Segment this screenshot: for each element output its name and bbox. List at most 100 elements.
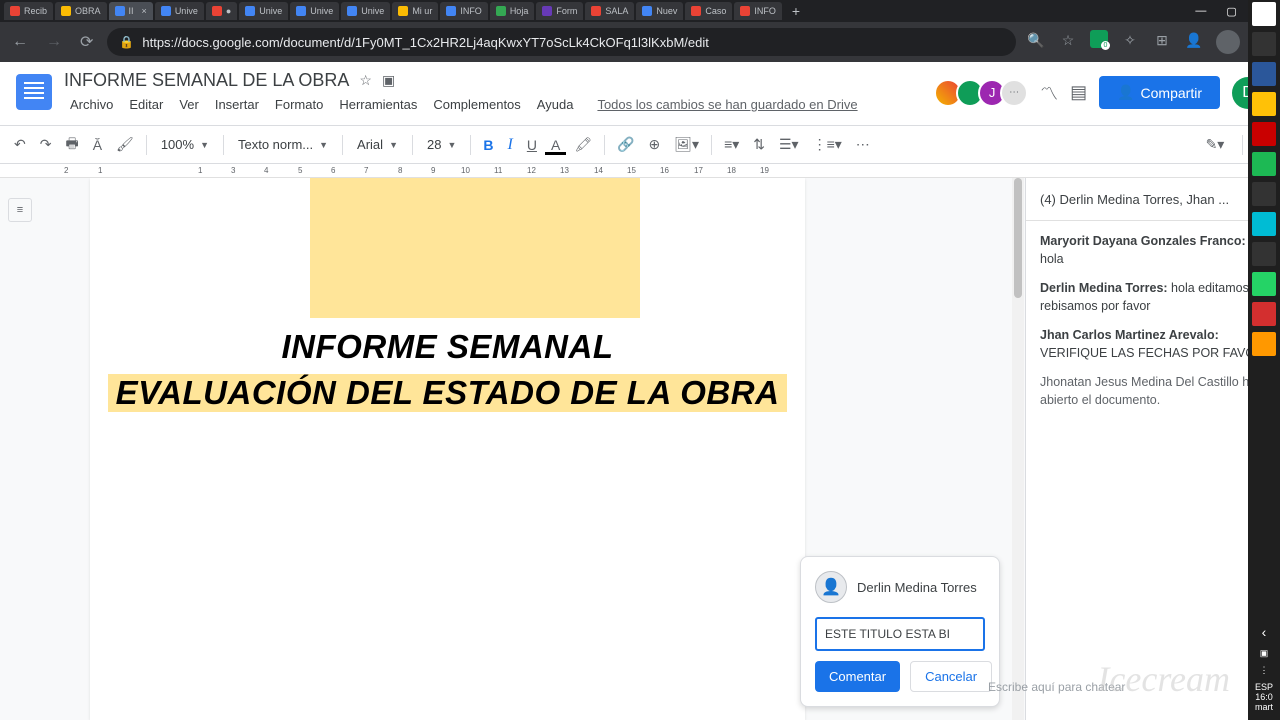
share-button[interactable]: 👤Compartir — [1099, 76, 1220, 109]
comment-icon[interactable]: ⊕ — [643, 132, 667, 157]
browser-tab[interactable]: Caso — [685, 2, 732, 20]
maximize-icon[interactable]: ▢ — [1226, 5, 1236, 18]
document-canvas[interactable]: INFORME SEMANAL EVALUACIÓN DEL ESTADO DE… — [40, 178, 1025, 720]
taskbar-icon[interactable] — [1252, 332, 1276, 356]
menu-insertar[interactable]: Insertar — [209, 95, 265, 114]
browser-tab[interactable]: II× — [109, 2, 153, 20]
reload-icon[interactable]: ⟳ — [76, 28, 97, 56]
browser-tab[interactable]: Unive — [290, 2, 339, 20]
document-subheading[interactable]: EVALUACIÓN DEL ESTADO DE LA OBRA — [108, 374, 788, 412]
scrollbar[interactable] — [1012, 178, 1024, 720]
underline-button[interactable]: U — [521, 133, 543, 157]
taskbar-icon[interactable] — [1252, 242, 1276, 266]
docs-logo-icon[interactable] — [16, 74, 52, 110]
activity-icon[interactable]: 〽 — [1040, 80, 1058, 106]
document-page[interactable]: INFORME SEMANAL EVALUACIÓN DEL ESTADO DE… — [90, 178, 805, 720]
browser-tab[interactable]: Unive — [155, 2, 204, 20]
language-indicator[interactable]: ESP — [1254, 682, 1274, 692]
redo-icon[interactable]: ↷ — [34, 132, 58, 157]
browser-tab[interactable]: Hoja — [490, 2, 535, 20]
taskbar-icon[interactable] — [1252, 182, 1276, 206]
wifi-icon[interactable]: ⋮ — [1254, 665, 1274, 676]
browser-tab[interactable]: INFO — [734, 2, 782, 20]
shield-icon[interactable] — [1090, 30, 1108, 48]
menu-editar[interactable]: Editar — [123, 95, 169, 114]
avatar[interactable]: ⋯ — [1000, 79, 1028, 107]
browser-tab[interactable]: Unive — [341, 2, 390, 20]
numbered-list-icon[interactable]: ☰▾ — [773, 132, 805, 157]
browser-tab[interactable]: INFO — [440, 2, 488, 20]
move-icon[interactable]: ▣ — [382, 72, 395, 89]
spotify-icon[interactable] — [1252, 152, 1276, 176]
save-status[interactable]: Todos los cambios se han guardado en Dri… — [591, 95, 863, 114]
menu-formato[interactable]: Formato — [269, 95, 329, 114]
more-icon[interactable]: ⋯ — [850, 132, 876, 157]
star-icon[interactable]: ☆ — [1058, 30, 1078, 50]
chevron-left-icon[interactable]: ‹ — [1254, 622, 1274, 642]
menu-complementos[interactable]: Complementos — [427, 95, 526, 114]
star-icon[interactable]: ☆ — [359, 72, 372, 89]
browser-tab[interactable]: Recib — [4, 2, 53, 20]
chat-input-placeholder[interactable]: Escribe aquí para chatear — [988, 680, 1125, 694]
browser-tab[interactable]: OBRA — [55, 2, 107, 20]
line-spacing-icon[interactable]: ⇅ — [747, 132, 771, 157]
highlight-button[interactable]: 🖍 — [568, 132, 598, 157]
menu-ver[interactable]: Ver — [173, 95, 205, 114]
italic-button[interactable]: I — [502, 132, 519, 158]
browser-tab[interactable]: SALA — [585, 2, 634, 20]
document-title[interactable]: INFORME SEMANAL DE LA OBRA — [64, 70, 349, 91]
new-tab-button[interactable]: + — [784, 3, 808, 19]
tray-icon[interactable]: ▣ — [1254, 648, 1274, 659]
minimize-icon[interactable]: — — [1195, 5, 1206, 18]
address-bar[interactable]: 🔒 https://docs.google.com/document/d/1Fy… — [107, 28, 1016, 56]
taskbar-icon[interactable] — [1252, 122, 1276, 146]
ruler[interactable]: 21 13 45 67 89 1011 1213 1415 1617 1819 — [0, 164, 1280, 178]
zoom-select[interactable]: 100%▼ — [153, 133, 217, 156]
taskbar-icon[interactable] — [1252, 32, 1276, 56]
clock-time[interactable]: 16:0 — [1254, 692, 1274, 702]
font-size-select[interactable]: 28▼ — [419, 133, 464, 156]
browser-tab[interactable]: Unive — [239, 2, 288, 20]
collaborator-avatars[interactable]: J ⋯ — [940, 79, 1028, 107]
clock-date[interactable]: mart — [1254, 702, 1274, 712]
zoom-icon[interactable]: 🔍 — [1026, 30, 1046, 50]
explorer-icon[interactable] — [1252, 92, 1276, 116]
pdf-icon[interactable] — [1252, 302, 1276, 326]
align-icon[interactable]: ≡▾ — [718, 132, 745, 157]
spellcheck-icon[interactable]: Ă — [87, 133, 108, 157]
comments-icon[interactable]: ▤ — [1070, 82, 1087, 103]
word-icon[interactable] — [1252, 62, 1276, 86]
bold-button[interactable]: B — [477, 133, 499, 157]
style-select[interactable]: Texto norm...▼ — [230, 133, 336, 156]
menu-archivo[interactable]: Archivo — [64, 95, 119, 114]
undo-icon[interactable]: ↶ — [8, 132, 32, 157]
browser-tab[interactable]: Form — [536, 2, 583, 20]
edge-icon[interactable] — [1252, 212, 1276, 236]
profile-avatar[interactable] — [1216, 30, 1240, 54]
comment-submit-button[interactable]: Comentar — [815, 661, 900, 692]
browser-tab[interactable]: Mi ur — [392, 2, 438, 20]
link-icon[interactable]: 🔗 — [611, 132, 640, 157]
font-select[interactable]: Arial▼ — [349, 133, 406, 156]
windows-start-icon[interactable] — [1252, 2, 1276, 26]
paint-format-icon[interactable]: 🖌 — [110, 132, 140, 157]
collections-icon[interactable]: ⊞ — [1152, 30, 1172, 50]
comment-cancel-button[interactable]: Cancelar — [910, 661, 992, 692]
person-icon[interactable]: 👤 — [1184, 30, 1204, 50]
back-icon[interactable]: ← — [8, 29, 32, 55]
bulleted-list-icon[interactable]: ⋮≡▾ — [807, 132, 848, 157]
editing-mode-icon[interactable]: ✎▾ — [1200, 132, 1231, 157]
document-heading[interactable]: INFORME SEMANAL — [90, 328, 805, 366]
forward-icon[interactable]: → — [42, 29, 66, 55]
outline-toggle-icon[interactable]: ≡ — [8, 198, 32, 222]
whatsapp-icon[interactable] — [1252, 272, 1276, 296]
comment-input[interactable] — [815, 617, 985, 651]
print-icon[interactable]: 🖶 — [59, 129, 84, 161]
browser-tab[interactable]: Nuev — [636, 2, 683, 20]
menu-ayuda[interactable]: Ayuda — [531, 95, 580, 114]
text-color-button[interactable]: A — [545, 134, 566, 155]
menu-herramientas[interactable]: Herramientas — [333, 95, 423, 114]
browser-tab[interactable]: ● — [206, 2, 237, 20]
image-icon[interactable]: 🖼▾ — [668, 132, 705, 157]
favorites-icon[interactable]: ✧ — [1120, 30, 1140, 50]
